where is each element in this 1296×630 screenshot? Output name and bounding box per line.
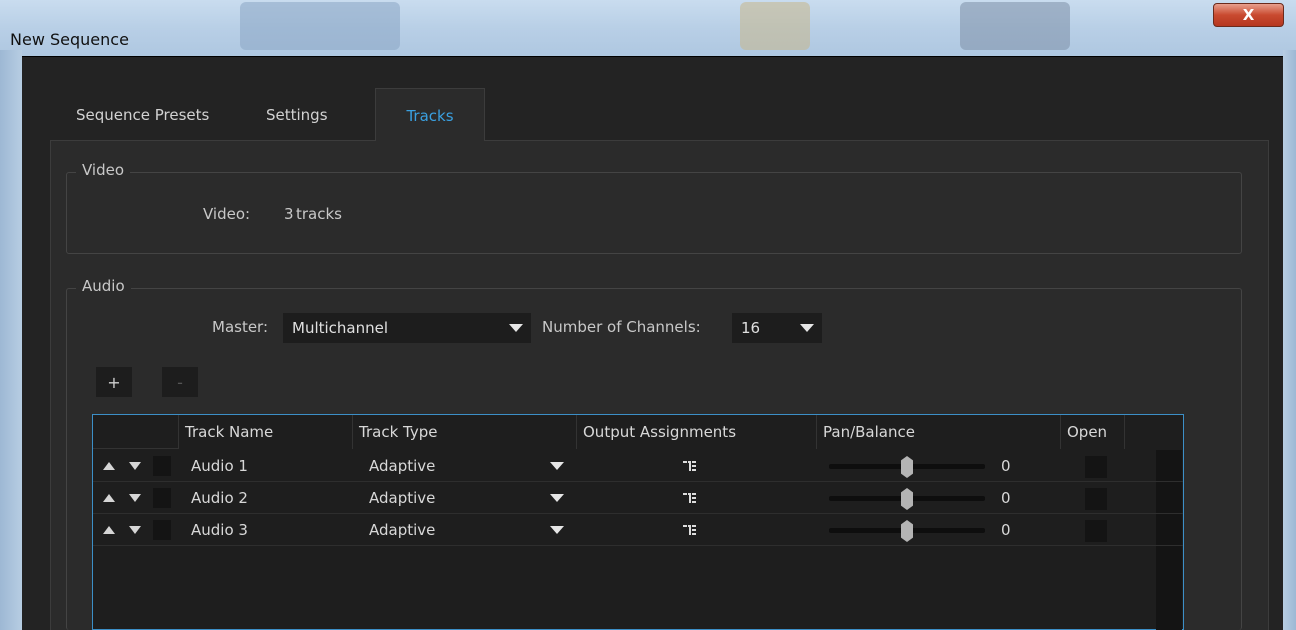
tab-sequence-presets[interactable]: Sequence Presets [76,96,209,141]
move-up-icon[interactable] [103,526,115,534]
table-row[interactable]: Audio 3 Adaptive 0 [93,514,1183,546]
master-dropdown[interactable]: Multichannel [283,313,531,343]
pan-value[interactable]: 0 [1001,514,1011,546]
video-track-unit: tracks [296,205,342,223]
tab-tracks[interactable]: Tracks [375,88,485,141]
track-type[interactable]: Adaptive [369,482,435,514]
channels-dropdown[interactable]: 16 [732,313,822,343]
channels-label: Number of Channels: [542,318,701,336]
pan-value[interactable]: 0 [1001,450,1011,482]
pan-slider-knob[interactable] [901,520,913,542]
plus-icon: + [107,372,121,392]
chevron-down-icon[interactable] [550,494,564,502]
open-toggle[interactable] [1085,520,1107,542]
track-name[interactable]: Audio 1 [191,450,248,482]
track-swatch [153,488,171,508]
open-toggle[interactable] [1085,456,1107,478]
move-down-icon[interactable] [129,526,141,534]
move-up-icon[interactable] [103,462,115,470]
minus-icon: - [177,372,183,392]
close-button[interactable]: X [1213,3,1284,27]
col-track-type-header: Track Type [353,415,577,449]
output-assignment-icon[interactable] [683,491,697,509]
pan-value[interactable]: 0 [1001,482,1011,514]
col-track-name-header: Track Name [179,415,353,449]
video-track-count[interactable]: 3 [284,205,294,223]
col-open-header: Open [1061,415,1125,449]
col-reorder-header [93,415,179,449]
master-label: Master: [212,318,269,336]
channels-value: 16 [741,319,761,337]
chevron-down-icon [800,324,814,332]
pan-slider-knob[interactable] [901,488,913,510]
track-type[interactable]: Adaptive [369,514,435,546]
audio-tracks-table: Track Name Track Type Output Assignments… [92,414,1184,630]
track-swatch [153,456,171,476]
col-output-header: Output Assignments [577,415,817,449]
chevron-down-icon [509,324,523,332]
table-row[interactable]: Audio 1 Adaptive 0 [93,450,1183,482]
col-spacer-header [1125,415,1183,449]
table-row[interactable]: Audio 2 Adaptive 0 [93,482,1183,514]
track-swatch [153,520,171,540]
video-label: Video: [203,205,251,223]
move-down-icon[interactable] [129,462,141,470]
window-frame-right [1283,50,1296,630]
chevron-down-icon[interactable] [550,526,564,534]
pan-slider-knob[interactable] [901,456,913,478]
window-frame-left [0,50,22,630]
col-pan-header: Pan/Balance [817,415,1061,449]
move-up-icon[interactable] [103,494,115,502]
chevron-down-icon[interactable] [550,462,564,470]
open-toggle[interactable] [1085,488,1107,510]
remove-track-button[interactable]: - [162,367,198,397]
track-name[interactable]: Audio 3 [191,514,248,546]
window-title: New Sequence [10,30,129,49]
move-down-icon[interactable] [129,494,141,502]
add-track-button[interactable]: + [96,367,132,397]
video-group-label: Video [76,161,131,179]
output-assignment-icon[interactable] [683,459,697,477]
track-type[interactable]: Adaptive [369,450,435,482]
output-assignment-icon[interactable] [683,523,697,541]
close-icon: X [1242,6,1255,24]
master-value: Multichannel [292,319,389,337]
track-name[interactable]: Audio 2 [191,482,248,514]
tab-settings[interactable]: Settings [266,96,328,141]
audio-group-label: Audio [76,277,131,295]
